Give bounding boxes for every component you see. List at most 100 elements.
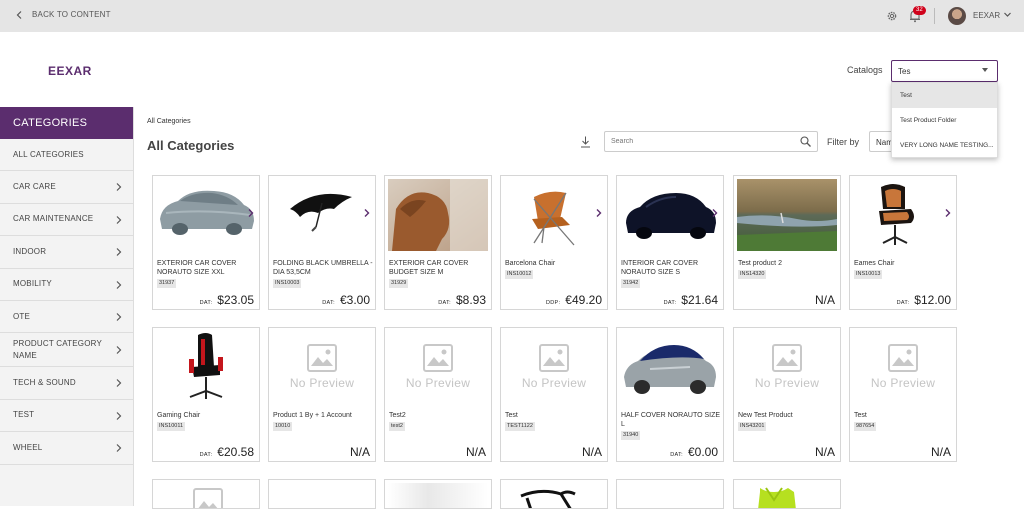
notification-badge: 32 [913, 6, 926, 15]
product-image: No Preview [853, 331, 953, 403]
product-code: INS10011 [157, 422, 186, 431]
sidebar-item-car-care[interactable]: CAR CARE [0, 171, 133, 204]
sidebar-item-product-category-name[interactable]: PRODUCT CATEGORY NAME [0, 333, 133, 368]
product-card[interactable]: FOLDING BLACK UMBRELLA - DIA 53,5CM INS1… [268, 175, 376, 310]
product-price: DAT: €20.58 [200, 445, 254, 459]
product-price: N/A [345, 445, 370, 459]
product-image [853, 179, 953, 251]
product-card[interactable]: EXTERIOR CAR COVER BUDGET SIZE M 31929 D… [384, 175, 492, 310]
sidebar-item-label: INDOOR [13, 246, 47, 256]
chevron-right-icon[interactable] [712, 209, 718, 217]
sidebar-item-label: CAR CARE [13, 182, 56, 192]
sidebar-item-label: ALL CATEGORIES [13, 149, 84, 159]
product-code: 987654 [854, 422, 877, 431]
product-code: INS10003 [273, 279, 302, 288]
product-card[interactable]: Gaming Chair INS10011 DAT: €20.58 [152, 327, 260, 462]
sidebar-item-ote[interactable]: OTE [0, 301, 133, 334]
chevron-right-icon[interactable] [248, 209, 254, 217]
brand-logo[interactable]: EEXAR [48, 64, 92, 78]
product-card[interactable] [268, 479, 376, 509]
product-code: TEST1122 [505, 422, 535, 431]
price-label: DAT: [663, 300, 677, 306]
price-label: DAT: [896, 300, 910, 306]
product-card[interactable]: Eames Chair INS10013 DAT: $12.00 [849, 175, 957, 310]
product-price: N/A [461, 445, 486, 459]
product-card[interactable]: Barcelona Chair INS10012 DDP: €49.20 [500, 175, 608, 310]
product-card[interactable]: INTERIOR CAR COVER NORAUTO SIZE S 31942 … [616, 175, 724, 310]
price-value: €20.58 [217, 445, 254, 459]
product-image [388, 179, 488, 251]
product-name: Gaming Chair [157, 412, 201, 419]
catalog-option[interactable]: Test [892, 83, 997, 108]
product-card[interactable] [384, 479, 492, 509]
product-price: N/A [577, 445, 602, 459]
product-image [737, 179, 837, 251]
chevron-right-icon[interactable] [364, 209, 370, 217]
sidebar-item-test[interactable]: TEST [0, 400, 133, 433]
chevron-right-icon [116, 183, 122, 192]
search-icon[interactable] [800, 136, 811, 147]
back-label: BACK TO CONTENT [32, 10, 111, 19]
product-card[interactable]: Test product 2 INS14320 N/A [733, 175, 841, 310]
product-card[interactable]: No Preview New Test Product INS43201 N/A [733, 327, 841, 462]
product-card[interactable]: No Preview Test2 test2 N/A [384, 327, 492, 462]
product-image: No Preview [388, 331, 488, 403]
product-price: DAT: $21.64 [664, 293, 718, 307]
price-label: DAT: [199, 452, 213, 458]
chevron-right-icon [116, 215, 122, 224]
category-sidebar: CATEGORIES ALL CATEGORIES CAR CARE CAR M… [0, 107, 134, 506]
product-card[interactable]: No Preview Test 987654 N/A [849, 327, 957, 462]
product-name: New Test Product [738, 412, 793, 419]
image-placeholder-icon [423, 344, 453, 372]
price-label: DAT: [322, 300, 335, 306]
filter-label: Filter by [827, 137, 860, 147]
product-image: No Preview [504, 331, 604, 403]
sidebar-item-tech-sound[interactable]: TECH & SOUND [0, 367, 133, 400]
catalog-option[interactable]: VERY LONG NAME TESTING... [892, 133, 997, 158]
product-card[interactable] [500, 479, 608, 509]
product-card[interactable]: No Preview Product 1 By + 1 Account 1001… [268, 327, 376, 462]
product-name: Test [854, 412, 867, 419]
product-image [504, 179, 604, 251]
breadcrumb[interactable]: All Categories [147, 118, 191, 125]
user-name[interactable]: EEXAR [973, 11, 1000, 20]
download-icon[interactable] [580, 136, 591, 148]
no-preview-text: No Preview [521, 376, 587, 390]
product-name: Test2 [389, 412, 406, 419]
search-input[interactable] [604, 131, 818, 152]
product-card[interactable] [152, 479, 260, 509]
top-bar: BACK TO CONTENT 32 EEXAR [0, 0, 1024, 32]
chevron-right-icon[interactable] [596, 209, 602, 217]
sidebar-item-wheel[interactable]: WHEEL [0, 432, 133, 465]
price-value: €49.20 [565, 293, 602, 307]
product-price: N/A [926, 445, 951, 459]
product-code: 31940 [621, 431, 641, 440]
product-name: Barcelona Chair [505, 260, 556, 267]
price-label: DDP: [545, 300, 561, 306]
chevron-left-icon [16, 10, 22, 19]
no-preview-text: No Preview [289, 376, 355, 390]
product-image [156, 331, 256, 403]
product-card[interactable]: EXTERIOR CAR COVER NORAUTO SIZE XXL 3193… [152, 175, 260, 310]
catalog-option[interactable]: Test Product Folder [892, 108, 997, 133]
divider [934, 8, 935, 24]
product-code: 10010 [273, 422, 293, 431]
avatar[interactable] [948, 7, 966, 25]
product-card[interactable]: No Preview Test TEST1122 N/A [500, 327, 608, 462]
product-card[interactable]: HALF COVER NORAUTO SIZE L 31940 DAT: €0.0… [616, 327, 724, 462]
back-to-content-link[interactable]: BACK TO CONTENT [16, 10, 111, 19]
product-card[interactable] [733, 479, 841, 509]
product-card[interactable] [616, 479, 724, 509]
price-value: N/A [581, 445, 602, 459]
sidebar-item-indoor[interactable]: INDOOR [0, 236, 133, 269]
gear-icon[interactable] [886, 10, 898, 22]
product-price: DAT: €0.00 [670, 445, 718, 459]
chevron-right-icon[interactable] [945, 209, 951, 217]
chevron-down-icon[interactable] [1003, 10, 1012, 19]
sidebar-item-car-maintenance[interactable]: CAR MAINTENANCE [0, 204, 133, 237]
dropdown-arrow-icon[interactable] [982, 68, 988, 72]
sidebar-item-mobility[interactable]: MOBILITY [0, 269, 133, 301]
sidebar-item-all-categories[interactable]: ALL CATEGORIES [0, 139, 133, 172]
sidebar-item-label: WHEEL [13, 442, 43, 452]
product-name: HALF COVER NORAUTO SIZE L [621, 412, 721, 428]
